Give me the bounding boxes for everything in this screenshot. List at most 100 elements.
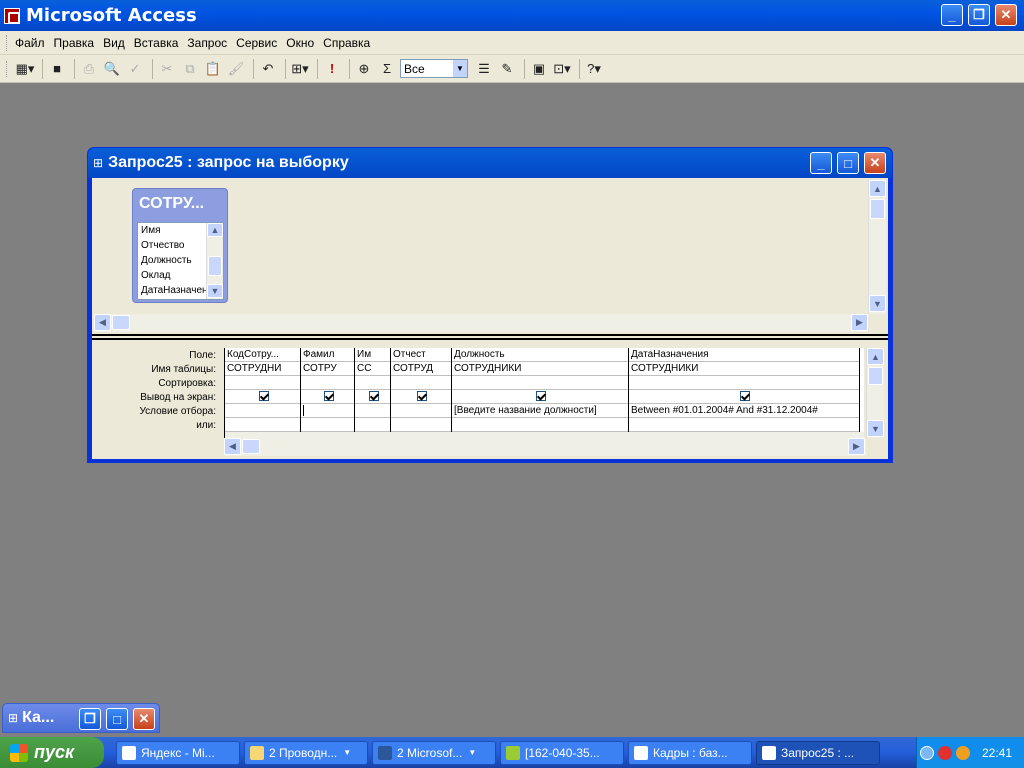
menu-insert[interactable]: Вставка bbox=[134, 36, 179, 50]
grid-hscroll[interactable]: ◀ ▶ bbox=[224, 438, 866, 456]
restore-button[interactable]: ❐ bbox=[968, 4, 990, 26]
tray-app-icon[interactable] bbox=[937, 745, 952, 760]
paste-icon[interactable]: 📋 bbox=[203, 59, 223, 79]
grid-or-cell[interactable] bbox=[355, 418, 390, 432]
grid-field-cell[interactable]: Должность bbox=[452, 348, 628, 362]
field-list-item[interactable]: Оклад bbox=[138, 268, 206, 283]
table-field-list[interactable]: СОТРУ... Имя Отчество Должность Оклад Да… bbox=[132, 188, 228, 303]
grid-column[interactable]: Отчест СОТРУД bbox=[391, 348, 452, 438]
grid-or-cell[interactable] bbox=[452, 418, 628, 432]
minimized-database-window[interactable]: ⊞ Ка... ❐ □ ✕ bbox=[2, 703, 160, 733]
menu-edit[interactable]: Правка bbox=[54, 36, 95, 50]
grid-sort-cell[interactable] bbox=[391, 376, 451, 390]
taskbar-item[interactable]: Кадры : баз... bbox=[628, 740, 752, 765]
menu-window[interactable]: Окно bbox=[286, 36, 314, 50]
grid-table-cell[interactable]: СОТРУДНИКИ bbox=[452, 362, 628, 376]
grid-criteria-cell[interactable] bbox=[301, 404, 354, 418]
query-close-button[interactable]: ✕ bbox=[864, 152, 886, 174]
grid-criteria-cell[interactable] bbox=[355, 404, 390, 418]
cut-icon[interactable]: ✂ bbox=[157, 59, 177, 79]
spelling-icon[interactable]: ✓ bbox=[125, 59, 145, 79]
grid-criteria-cell[interactable]: Between #01.01.2004# And #31.12.2004# bbox=[629, 404, 859, 418]
grid-criteria-cell[interactable] bbox=[225, 404, 300, 418]
scroll-thumb[interactable] bbox=[870, 199, 885, 219]
clock[interactable]: 22:41 bbox=[982, 746, 1012, 760]
scroll-right-icon[interactable]: ▶ bbox=[851, 314, 868, 331]
grid-table-cell[interactable]: СОТРУДНИ bbox=[225, 362, 300, 376]
run-icon[interactable]: ! bbox=[322, 59, 342, 79]
grid-sort-cell[interactable] bbox=[225, 376, 300, 390]
field-list-item[interactable]: ДатаНазначения bbox=[138, 283, 206, 298]
scroll-down-icon[interactable]: ▼ bbox=[869, 295, 886, 312]
grid-column[interactable]: Им СС bbox=[355, 348, 391, 438]
grid-or-cell[interactable] bbox=[225, 418, 300, 432]
menu-help[interactable]: Справка bbox=[323, 36, 370, 50]
scroll-right-icon[interactable]: ▶ bbox=[848, 438, 865, 455]
grid-column[interactable]: ДатаНазначения СОТРУДНИКИ Between #01.01… bbox=[629, 348, 860, 438]
format-painter-icon[interactable]: 🖌 bbox=[226, 59, 246, 79]
min-close-button[interactable]: ✕ bbox=[133, 708, 155, 730]
scroll-up-icon[interactable]: ▲ bbox=[869, 180, 886, 197]
menubar-grip[interactable] bbox=[6, 34, 9, 51]
field-list-item[interactable]: Отчество bbox=[138, 238, 206, 253]
undo-icon[interactable]: ↶ bbox=[258, 59, 278, 79]
show-checkbox[interactable] bbox=[258, 391, 269, 401]
properties-icon[interactable]: ☰ bbox=[474, 59, 494, 79]
new-object-icon[interactable]: ⊡▾ bbox=[552, 59, 572, 79]
grid-sort-cell[interactable] bbox=[452, 376, 628, 390]
grid-sort-cell[interactable] bbox=[629, 376, 859, 390]
top-values-combo[interactable]: Все ▼ bbox=[400, 59, 468, 78]
grid-column[interactable]: Фамил СОТРУ bbox=[301, 348, 355, 438]
print-icon[interactable]: ⎙ bbox=[79, 59, 99, 79]
grid-table-cell[interactable]: СС bbox=[355, 362, 390, 376]
menu-file[interactable]: Файл bbox=[15, 36, 45, 50]
menu-query[interactable]: Запрос bbox=[187, 36, 227, 50]
grid-column[interactable]: КодСотру... СОТРУДНИ bbox=[225, 348, 301, 438]
grid-field-cell[interactable]: ДатаНазначения bbox=[629, 348, 859, 362]
show-checkbox[interactable] bbox=[536, 391, 546, 401]
scroll-thumb[interactable] bbox=[242, 439, 260, 454]
save-icon[interactable]: ■ bbox=[47, 59, 67, 79]
grid-sort-cell[interactable] bbox=[355, 376, 390, 390]
build-icon[interactable]: ✎ bbox=[497, 59, 517, 79]
grid-vscroll[interactable]: ▲ ▼ bbox=[866, 348, 884, 438]
show-checkbox[interactable] bbox=[323, 391, 334, 401]
menu-view[interactable]: Вид bbox=[103, 36, 125, 50]
table-pane-vscroll[interactable]: ▲ ▼ bbox=[868, 180, 886, 314]
scroll-thumb[interactable] bbox=[208, 256, 222, 276]
show-table-icon[interactable]: ⊕ bbox=[354, 59, 374, 79]
help-icon[interactable]: ?▾ bbox=[584, 59, 604, 79]
taskbar-item[interactable]: 2 Microsof... ▼ bbox=[372, 740, 496, 765]
database-window-icon[interactable]: ▣ bbox=[529, 59, 549, 79]
query-maximize-button[interactable]: □ bbox=[837, 152, 859, 174]
grid-or-cell[interactable] bbox=[391, 418, 451, 432]
scroll-left-icon[interactable]: ◀ bbox=[94, 314, 111, 331]
scroll-up-icon[interactable]: ▲ bbox=[867, 348, 884, 365]
copy-icon[interactable]: ⧉ bbox=[180, 59, 200, 79]
query-type-icon[interactable]: ⊞▾ bbox=[290, 59, 310, 79]
query-minimize-button[interactable]: _ bbox=[810, 152, 832, 174]
field-list-scrollbar[interactable]: ▲ ▼ bbox=[206, 223, 223, 299]
grid-field-cell[interactable]: Им bbox=[355, 348, 390, 362]
scroll-thumb[interactable] bbox=[868, 367, 883, 385]
show-checkbox[interactable] bbox=[417, 391, 427, 401]
scroll-down-icon[interactable]: ▼ bbox=[867, 420, 884, 437]
grid-criteria-cell[interactable]: [Введите название должности] bbox=[452, 404, 628, 418]
access-app-icon[interactable] bbox=[4, 7, 20, 24]
print-preview-icon[interactable]: 🔍 bbox=[102, 59, 122, 79]
taskbar-item[interactable]: 2 Проводн... ▼ bbox=[244, 740, 368, 765]
scroll-up-icon[interactable]: ▲ bbox=[207, 223, 223, 237]
table-field-list-title[interactable]: СОТРУ... bbox=[133, 189, 227, 219]
grid-sort-cell[interactable] bbox=[301, 376, 354, 390]
chevron-down-icon[interactable]: ▼ bbox=[453, 60, 467, 77]
table-pane-hscroll[interactable]: ◀ ▶ bbox=[94, 314, 868, 332]
taskbar-item[interactable]: [162-040-35... bbox=[500, 740, 624, 765]
min-maximize-button[interactable]: □ bbox=[106, 708, 128, 730]
minimize-button[interactable]: _ bbox=[941, 4, 963, 26]
grid-criteria-cell[interactable] bbox=[391, 404, 451, 418]
min-restore-button[interactable]: ❐ bbox=[79, 708, 101, 730]
menu-tools[interactable]: Сервис bbox=[236, 36, 277, 50]
table-pane[interactable]: СОТРУ... Имя Отчество Должность Оклад Да… bbox=[92, 178, 888, 334]
taskbar-item[interactable]: Яндекс - Mi... bbox=[116, 740, 240, 765]
toolbar-grip[interactable] bbox=[6, 60, 9, 77]
